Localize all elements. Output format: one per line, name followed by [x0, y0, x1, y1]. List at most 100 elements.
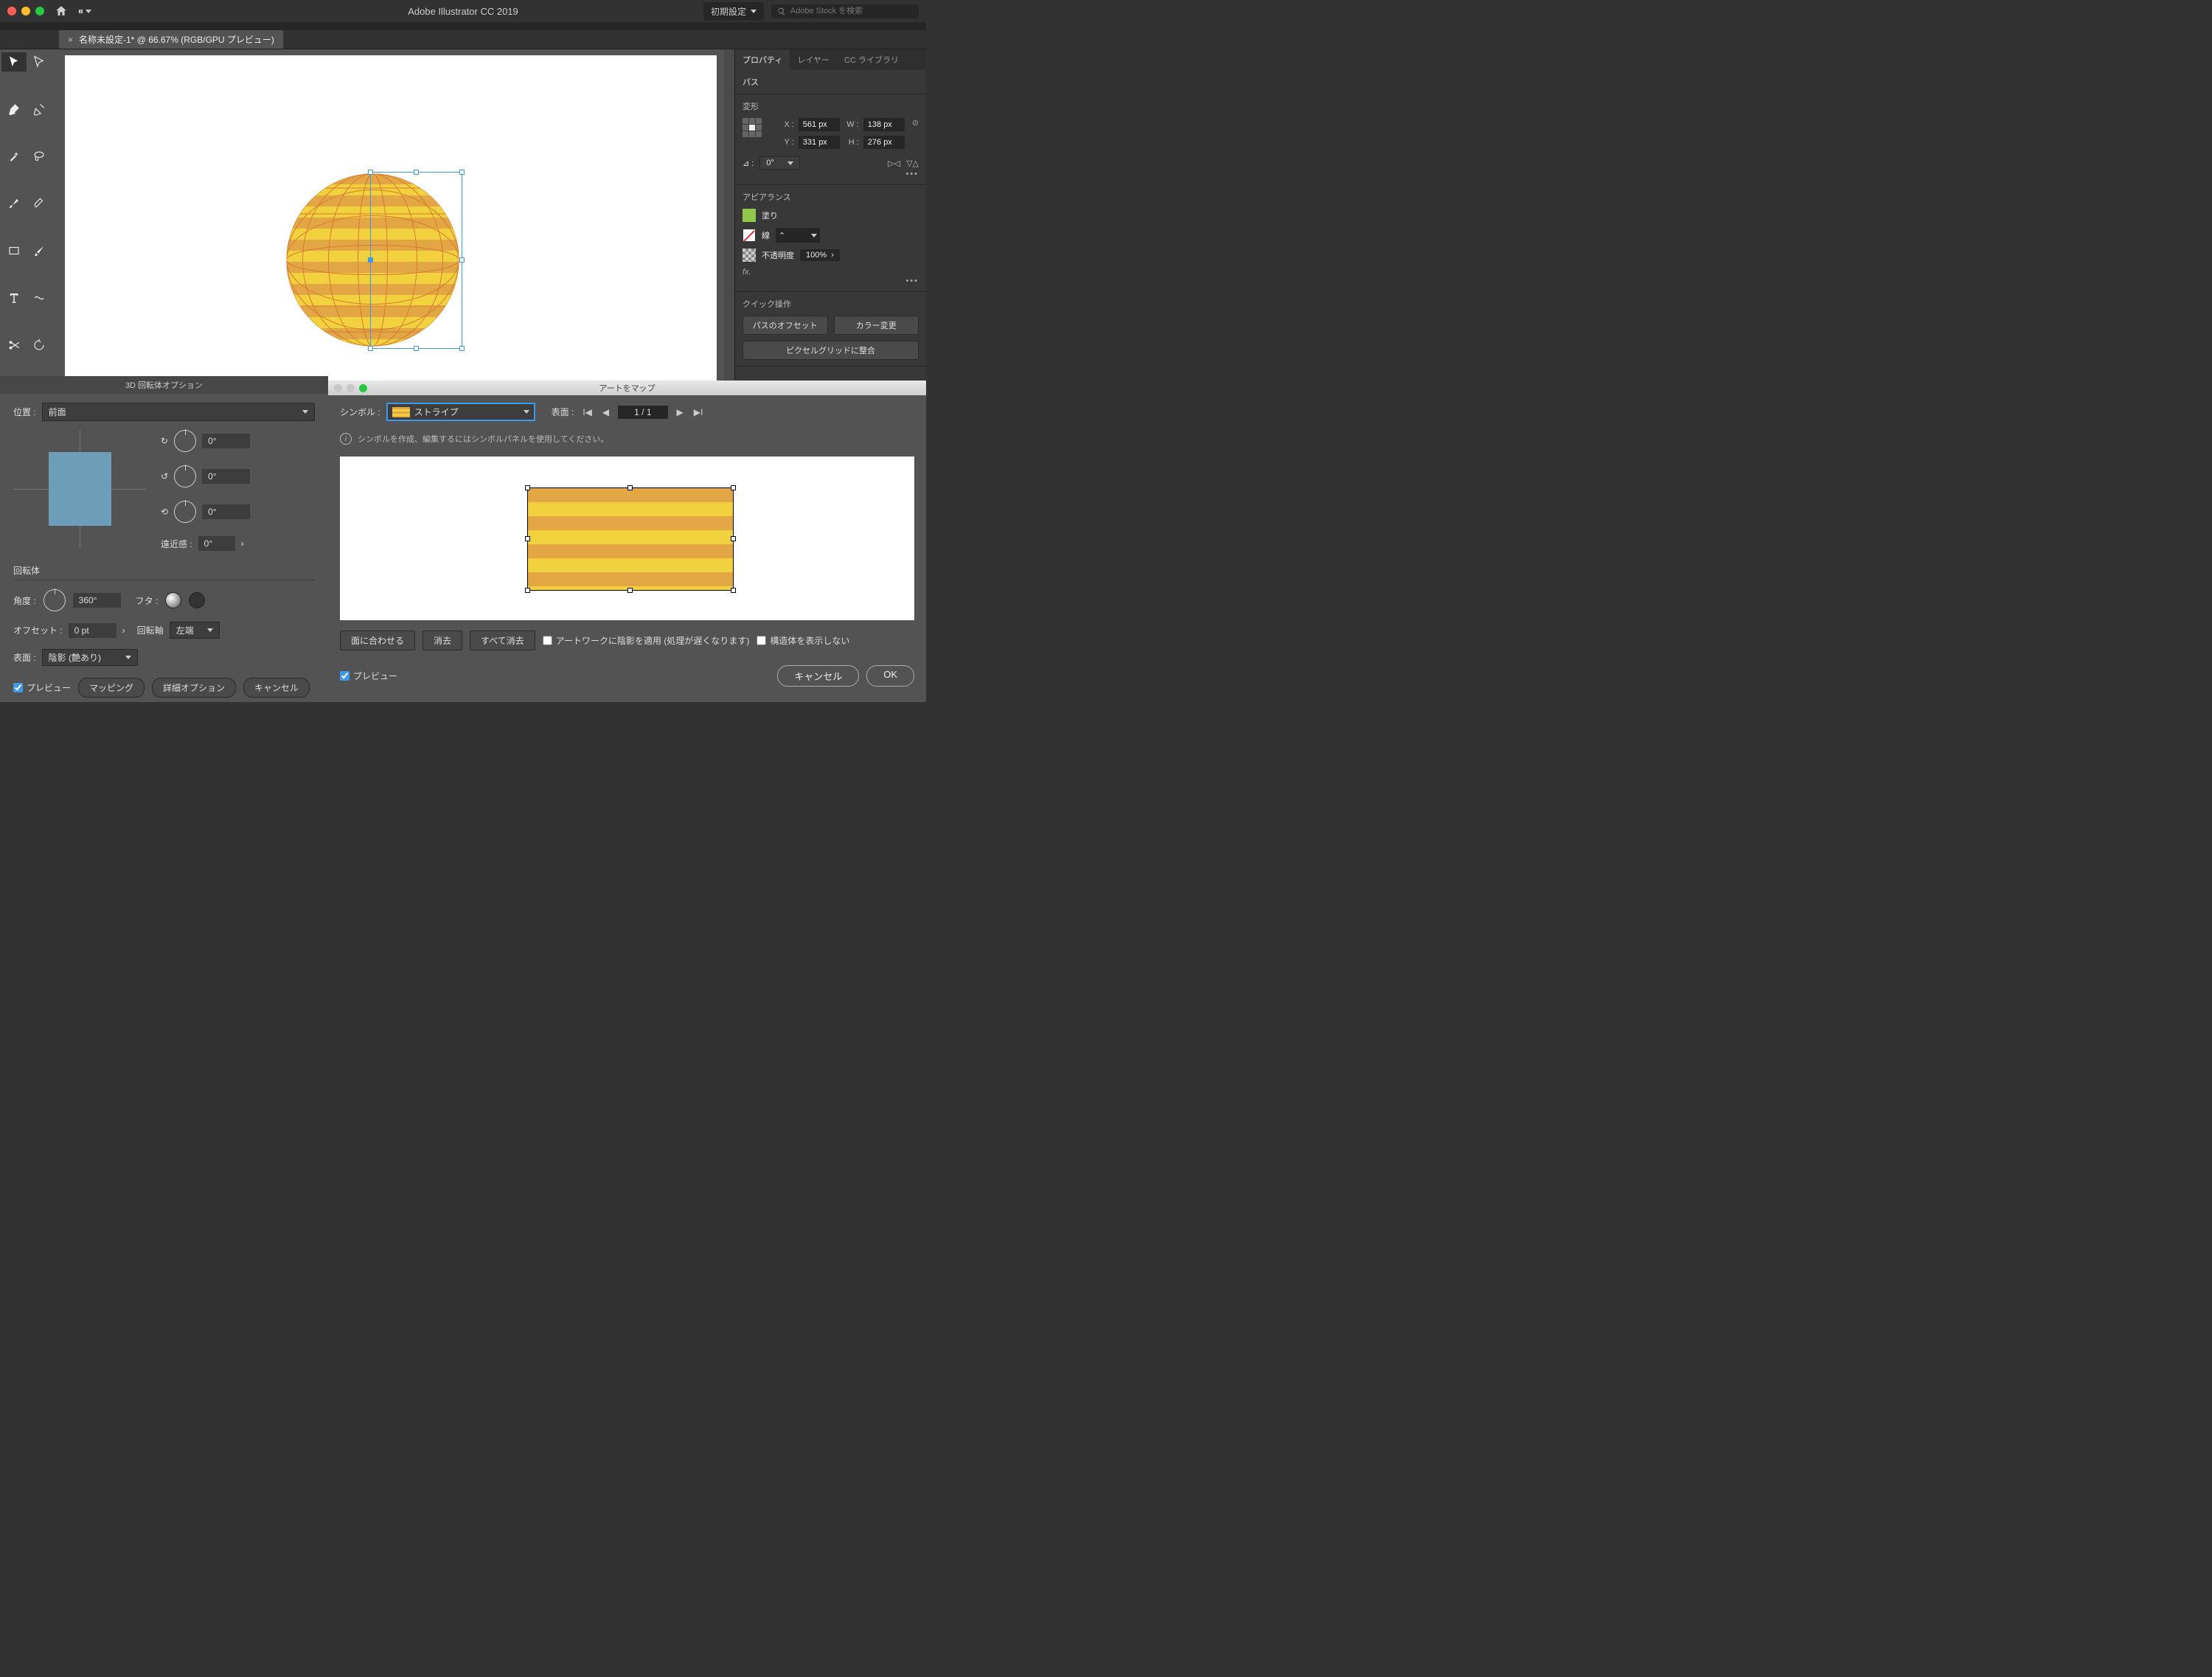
type-tool[interactable]	[1, 288, 27, 308]
ok-button[interactable]: OK	[866, 665, 914, 687]
mapped-symbol[interactable]	[527, 487, 734, 591]
opacity-field[interactable]: 100%›	[800, 249, 840, 261]
cancel-button[interactable]: キャンセル	[777, 665, 859, 687]
rot-z-dial[interactable]	[174, 501, 196, 523]
preview-checkbox[interactable]: プレビュー	[13, 681, 71, 694]
prev-surface-icon[interactable]: ◀	[601, 406, 611, 419]
dialog-titlebar[interactable]: アートをマップ	[328, 381, 926, 395]
brush-tool[interactable]	[1, 194, 27, 213]
cap-off-button[interactable]	[189, 592, 205, 608]
recolor-button[interactable]: カラー変更	[834, 316, 919, 335]
map-art-button[interactable]: マッピング	[78, 678, 145, 698]
pixel-align-button[interactable]: ピクセルグリッドに整合	[742, 341, 919, 360]
y-field[interactable]	[799, 136, 840, 149]
fill-color-swatch[interactable]	[742, 209, 756, 222]
axis-select[interactable]: 左端	[170, 622, 220, 639]
link-wh-icon[interactable]: ⊘	[912, 118, 919, 128]
close-icon[interactable]	[334, 384, 342, 392]
cap-on-button[interactable]	[165, 592, 181, 608]
dialog-3d-revolve: 3D 回転体オプション 位置 :前面 ↻0° ↺0° ⟲0° 遠近感 :0°› …	[0, 376, 328, 702]
revolve-angle-field[interactable]: 360°	[73, 593, 121, 608]
stroke-color-swatch[interactable]	[742, 229, 756, 242]
symbol-thumb-icon	[392, 407, 410, 417]
document-tab-label: 名称未設定-1* @ 66.67% (RGB/GPU プレビュー)	[79, 33, 274, 46]
h-field[interactable]	[863, 136, 905, 149]
search-icon	[777, 7, 786, 16]
rot-y-field[interactable]: 0°	[202, 469, 250, 484]
selection-bounds[interactable]	[370, 172, 462, 349]
opacity-swatch[interactable]	[742, 249, 756, 262]
reference-point[interactable]	[742, 118, 762, 137]
direct-selection-tool[interactable]	[27, 52, 52, 72]
clear-all-button[interactable]: すべて消去	[470, 631, 535, 650]
position-select[interactable]: 前面	[42, 403, 315, 421]
stroke-weight[interactable]: ⌃	[776, 228, 820, 243]
arrange-icon[interactable]	[78, 4, 91, 18]
preview-checkbox[interactable]: プレビュー	[340, 670, 397, 682]
control-bar	[0, 22, 926, 30]
more-options-icon[interactable]: •••	[742, 170, 919, 178]
offset-path-button[interactable]: パスのオフセット	[742, 316, 828, 335]
revolve-angle-dial[interactable]	[44, 589, 66, 611]
perspective-step[interactable]: ›	[241, 538, 244, 549]
zoom-icon[interactable]	[359, 384, 367, 392]
offset-step[interactable]: ›	[122, 625, 125, 636]
search-input[interactable]	[790, 7, 913, 15]
clear-button[interactable]: 消去	[422, 631, 462, 650]
rectangle-tool[interactable]	[1, 241, 27, 260]
fx-button[interactable]: fx.	[742, 268, 919, 277]
selection-tool[interactable]	[1, 52, 27, 72]
scissors-tool[interactable]	[1, 336, 27, 355]
rot-y-dial[interactable]	[174, 465, 196, 487]
paintbrush-tool[interactable]	[27, 241, 52, 260]
x-field[interactable]	[799, 118, 840, 131]
w-field[interactable]	[863, 118, 905, 131]
close-tab-icon[interactable]: ×	[68, 35, 73, 45]
cancel-button[interactable]: キャンセル	[243, 678, 310, 698]
perspective-field[interactable]: 0°	[198, 536, 235, 551]
shade-artwork-checkbox[interactable]: アートワークに陰影を適用 (処理が遅くなります)	[543, 634, 750, 647]
surface-number: 1 / 1	[618, 406, 667, 419]
rot-x-field[interactable]: 0°	[202, 434, 250, 448]
offset-field[interactable]: 0 pt	[69, 623, 116, 638]
tab-libraries[interactable]: CC ライブラリ	[837, 49, 906, 70]
blob-brush-tool[interactable]	[27, 194, 52, 213]
line-tool[interactable]	[27, 288, 52, 308]
stock-search[interactable]	[771, 4, 919, 18]
last-surface-icon[interactable]: ▶I	[692, 406, 705, 419]
rotate-field[interactable]: 0°	[759, 156, 800, 170]
document-tab[interactable]: × 名称未設定-1* @ 66.67% (RGB/GPU プレビュー)	[59, 30, 283, 49]
rotate-tool[interactable]	[27, 336, 52, 355]
rot-z-field[interactable]: 0°	[202, 504, 250, 519]
more-options-button[interactable]: 詳細オプション	[152, 678, 236, 698]
minimize-window-icon[interactable]	[21, 7, 30, 15]
more-options-icon[interactable]: •••	[742, 277, 919, 285]
tab-layers[interactable]: レイヤー	[790, 49, 837, 70]
invisible-geometry-checkbox[interactable]: 構造体を表示しない	[757, 634, 849, 647]
scale-to-fit-button[interactable]: 面に合わせる	[340, 631, 415, 650]
dialog-title: アートをマップ	[599, 382, 655, 394]
revolve-section-title: 回転体	[13, 564, 315, 580]
menu-bar: Adobe Illustrator CC 2019 初期設定	[0, 0, 926, 22]
close-window-icon[interactable]	[7, 7, 16, 15]
symbol-select[interactable]: ストライプ	[386, 403, 535, 421]
workspace-switcher[interactable]: 初期設定	[703, 2, 764, 21]
next-surface-icon[interactable]: ▶	[675, 406, 685, 419]
info-icon: i	[340, 433, 352, 445]
home-icon[interactable]	[55, 4, 68, 18]
appearance-section: アピアランス 塗り 線⌃ 不透明度100%› fx. •••	[735, 185, 926, 292]
rot-x-dial[interactable]	[174, 430, 196, 452]
rotation-preview[interactable]	[13, 430, 146, 548]
flip-v-icon[interactable]: ▽△	[906, 159, 919, 168]
tab-properties[interactable]: プロパティ	[735, 49, 790, 70]
curvature-tool[interactable]	[27, 100, 52, 119]
flip-h-icon[interactable]: ▷◁	[888, 159, 900, 168]
map-preview[interactable]	[340, 456, 914, 620]
minimize-icon[interactable]	[347, 384, 355, 392]
pen-tool[interactable]	[1, 100, 27, 119]
maximize-window-icon[interactable]	[35, 7, 44, 15]
surface-select[interactable]: 陰影 (艶あり)	[42, 649, 138, 666]
magic-wand-tool[interactable]	[1, 147, 27, 166]
lasso-tool[interactable]	[27, 147, 52, 166]
first-surface-icon[interactable]: I◀	[581, 406, 594, 419]
